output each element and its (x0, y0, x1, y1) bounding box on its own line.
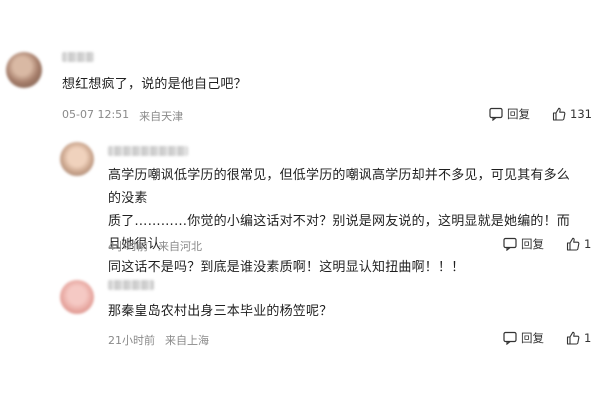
comment-3: 那秦皇岛农村出身三本毕业的杨笠呢？ 21小时前 来自上海 回复 1 (0, 260, 600, 400)
reply-button[interactable]: 回复 (489, 106, 530, 122)
like-count: 131 (570, 107, 592, 121)
comment-date: 05-07 12:51 (62, 108, 130, 121)
comment-text: 那秦皇岛农村出身三本毕业的杨笠呢？ (108, 304, 333, 319)
comment-1: 想红想疯了，说的是他自己吧？ 05-07 12:51 来自天津 回复 131 (0, 0, 600, 130)
reply-icon (489, 107, 503, 121)
like-button[interactable]: 131 (552, 107, 592, 121)
like-button[interactable]: 1 (566, 331, 591, 345)
thumbs-up-icon (566, 331, 580, 345)
reply-label: 回复 (507, 107, 530, 121)
comment-location: 来自上海 (165, 334, 209, 347)
reply-button[interactable]: 回复 (503, 236, 544, 252)
like-button[interactable]: 1 (566, 237, 591, 251)
reply-button[interactable]: 回复 (503, 330, 544, 346)
avatar[interactable] (60, 280, 94, 314)
username-blurred[interactable] (108, 146, 188, 156)
username-blurred[interactable] (62, 52, 94, 62)
avatar[interactable] (6, 52, 42, 88)
comment-meta: 4小时前 来自河北 (108, 238, 202, 254)
avatar[interactable] (60, 142, 94, 176)
comment-date: 4小时前 (108, 240, 148, 253)
comment-actions: 回复 1 (503, 330, 591, 346)
like-count: 1 (584, 237, 592, 251)
comment-date: 21小时前 (108, 334, 155, 347)
reply-label: 回复 (521, 331, 544, 345)
comment-actions: 回复 1 (503, 236, 591, 252)
reply-icon (503, 237, 517, 251)
comment-text: 想红想疯了，说的是他自己吧？ (62, 77, 247, 92)
comment-2: 高学历嘲讽低学历的很常见，但低学历的嘲讽高学历却并不多见，可见其有多么的没素 质… (0, 130, 600, 275)
comment-location: 来自河北 (158, 240, 202, 253)
comment-meta: 05-07 12:51 来自天津 (62, 108, 183, 124)
username-blurred[interactable] (108, 280, 154, 290)
thumbs-up-icon (566, 237, 580, 251)
reply-label: 回复 (521, 237, 544, 251)
reply-icon (503, 331, 517, 345)
comment-text-line: 高学历嘲讽低学历的很常见，但低学历的嘲讽高学历却并不多见，可见其有多么的没素 (108, 168, 571, 206)
comment-actions: 回复 131 (489, 106, 592, 122)
thumbs-up-icon (552, 107, 566, 121)
comment-meta: 21小时前 来自上海 (108, 332, 209, 348)
like-count: 1 (584, 331, 592, 345)
comment-location: 来自天津 (139, 110, 184, 123)
